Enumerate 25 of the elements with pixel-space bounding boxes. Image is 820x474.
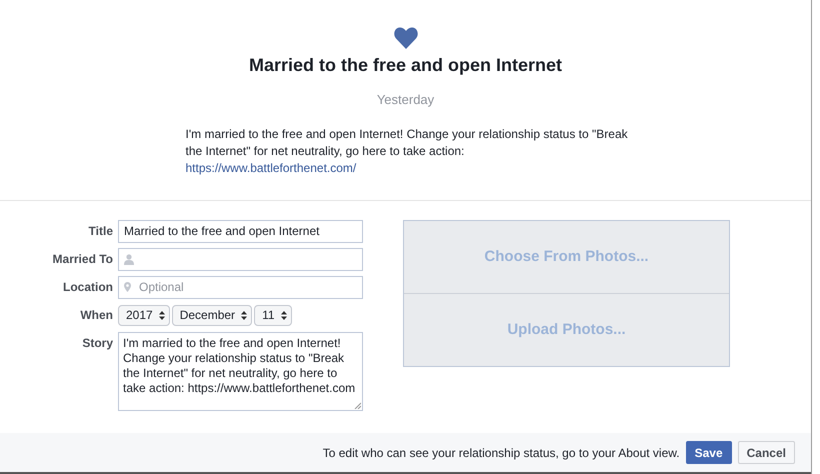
footer-note: To edit who can see your relationship status, go to your About view. (322, 446, 680, 460)
updown-caret-icon (158, 310, 165, 320)
story-field[interactable]: I'm married to the free and open Internet! Change your relationship status to "Break the Internet" for net neutrality, go here to take action: https://www.battleforthenet.com (118, 332, 363, 411)
married-to-field[interactable] (118, 248, 363, 271)
updown-caret-icon (241, 310, 248, 320)
cancel-button[interactable]: Cancel (738, 441, 795, 464)
map-pin-icon (124, 282, 131, 292)
heart-icon (394, 27, 418, 49)
field-label: Location (62, 278, 113, 296)
post-text: I'm married to the free and open Internet! Change your relationship status to "Break the Internet" for net neutrality, go here to take action: (186, 127, 628, 158)
updown-caret-icon (280, 310, 287, 320)
date-select[interactable]: December (172, 304, 252, 326)
save-button[interactable]: Save (686, 441, 732, 464)
date-select[interactable]: 2017 (118, 304, 170, 326)
field-label: Married To (52, 250, 113, 268)
field-label: Title (88, 222, 113, 240)
title-field[interactable]: Married to the free and open Internet (118, 220, 363, 243)
post-date: Yesterday (376, 92, 434, 107)
resize-grip-icon (354, 402, 361, 409)
field-label: When (79, 306, 113, 324)
field-label: Story (81, 334, 113, 352)
person-icon (124, 254, 134, 265)
post-link[interactable]: https://www.battleforthenet.com/ (186, 160, 356, 177)
post-title: Married to the free and open Internet (248, 55, 562, 76)
date-select[interactable]: 11 (254, 304, 292, 326)
